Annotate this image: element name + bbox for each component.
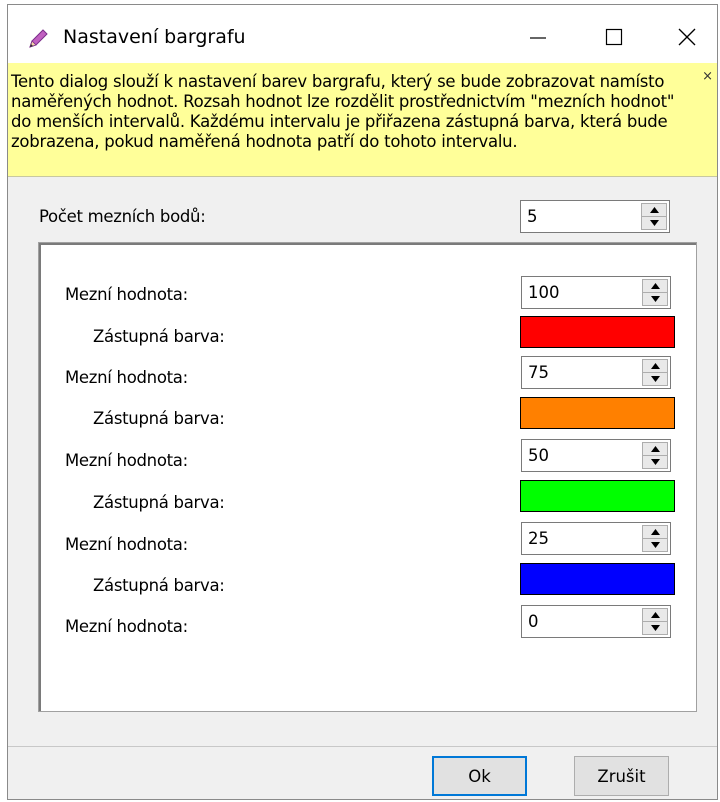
spin-down-button[interactable] — [642, 373, 668, 386]
limit-value[interactable]: 75 — [528, 363, 549, 382]
caret-up-icon — [650, 446, 660, 452]
caret-down-icon — [649, 220, 659, 226]
limit-label: Mezní hodnota: — [65, 368, 188, 387]
spin-up-button[interactable] — [642, 279, 668, 293]
spin-down-button[interactable] — [642, 622, 668, 635]
color-swatch-orange[interactable] — [520, 397, 675, 429]
limit-spinner[interactable]: 50 — [521, 439, 671, 472]
info-panel: Tento dialog slouží k nastavení barev ba… — [8, 63, 717, 177]
limit-spinner[interactable]: 100 — [521, 276, 671, 309]
limits-panel: Mezní hodnota: 100 Zástupná barva: Mezní… — [38, 242, 697, 712]
limit-spinner[interactable]: 25 — [521, 522, 671, 555]
maximize-icon — [605, 28, 623, 46]
caret-up-icon — [650, 612, 660, 618]
close-button[interactable] — [663, 17, 711, 57]
spinner-buttons — [642, 279, 668, 306]
color-label: Zástupná barva: — [93, 493, 225, 512]
color-swatch-blue[interactable] — [520, 563, 675, 595]
spin-up-button[interactable] — [642, 525, 668, 539]
spin-down-button[interactable] — [642, 539, 668, 552]
color-label: Zástupná barva: — [93, 409, 225, 428]
info-line: Tento dialog slouží k nastavení barev ba… — [11, 72, 665, 91]
spin-up-button[interactable] — [641, 203, 667, 217]
minimize-button[interactable] — [514, 17, 562, 57]
limit-spinner[interactable]: 75 — [521, 356, 671, 389]
spin-up-button[interactable] — [642, 608, 668, 622]
window-title: Nastavení bargrafu — [63, 26, 246, 48]
color-label: Zástupná barva: — [93, 327, 225, 346]
caret-down-icon — [650, 296, 660, 302]
color-swatch-green[interactable] — [520, 480, 675, 512]
pencil-icon — [26, 27, 50, 51]
maximize-button[interactable] — [590, 17, 638, 57]
spinner-buttons — [642, 359, 668, 386]
spinner-buttons — [641, 203, 667, 230]
caret-down-icon — [650, 542, 660, 548]
count-label: Počet mezních bodů: — [39, 207, 206, 226]
spin-up-button[interactable] — [642, 359, 668, 373]
caret-down-icon — [650, 376, 660, 382]
title-bar: Nastavení bargrafu — [8, 5, 717, 63]
minimize-icon — [530, 37, 546, 39]
limit-label: Mezní hodnota: — [65, 451, 188, 470]
close-icon — [678, 28, 696, 46]
spin-down-button[interactable] — [642, 456, 668, 469]
info-text: Tento dialog slouží k nastavení barev ba… — [11, 72, 701, 152]
limit-label: Mezní hodnota: — [65, 617, 188, 636]
limit-value[interactable]: 50 — [528, 446, 549, 465]
dialog-window: Nastavení bargrafu Tento dialog slouží k… — [7, 4, 718, 800]
info-line: zobrazena, pokud naměřená hodnota patří … — [11, 132, 518, 151]
caret-up-icon — [650, 529, 660, 535]
info-line: naměřených hodnot. Rozsah hodnot lze roz… — [11, 92, 675, 111]
caret-up-icon — [649, 207, 659, 213]
limit-value[interactable]: 100 — [528, 283, 560, 302]
color-label: Zástupná barva: — [93, 576, 225, 595]
color-swatch-red[interactable] — [520, 316, 675, 348]
info-close-icon[interactable]: × — [702, 69, 713, 84]
cancel-button[interactable]: Zrušit — [574, 756, 669, 796]
limit-label: Mezní hodnota: — [65, 285, 188, 304]
limit-value[interactable]: 0 — [528, 612, 539, 631]
spinner-buttons — [642, 442, 668, 469]
limit-label: Mezní hodnota: — [65, 535, 188, 554]
spinner-buttons — [642, 525, 668, 552]
info-line: do menších intervalů. Každému intervalu … — [11, 112, 668, 131]
caret-down-icon — [650, 459, 660, 465]
caret-up-icon — [650, 363, 660, 369]
limit-value[interactable]: 25 — [528, 529, 549, 548]
limit-spinner[interactable]: 0 — [521, 605, 671, 638]
ok-button[interactable]: Ok — [432, 756, 527, 796]
spin-up-button[interactable] — [642, 442, 668, 456]
spin-down-button[interactable] — [642, 293, 668, 306]
footer-divider — [8, 746, 717, 747]
caret-down-icon — [650, 625, 660, 631]
count-value[interactable]: 5 — [527, 207, 538, 226]
spinner-buttons — [642, 608, 668, 635]
spin-down-button[interactable] — [641, 217, 667, 230]
count-spinner[interactable]: 5 — [520, 200, 670, 233]
caret-up-icon — [650, 283, 660, 289]
